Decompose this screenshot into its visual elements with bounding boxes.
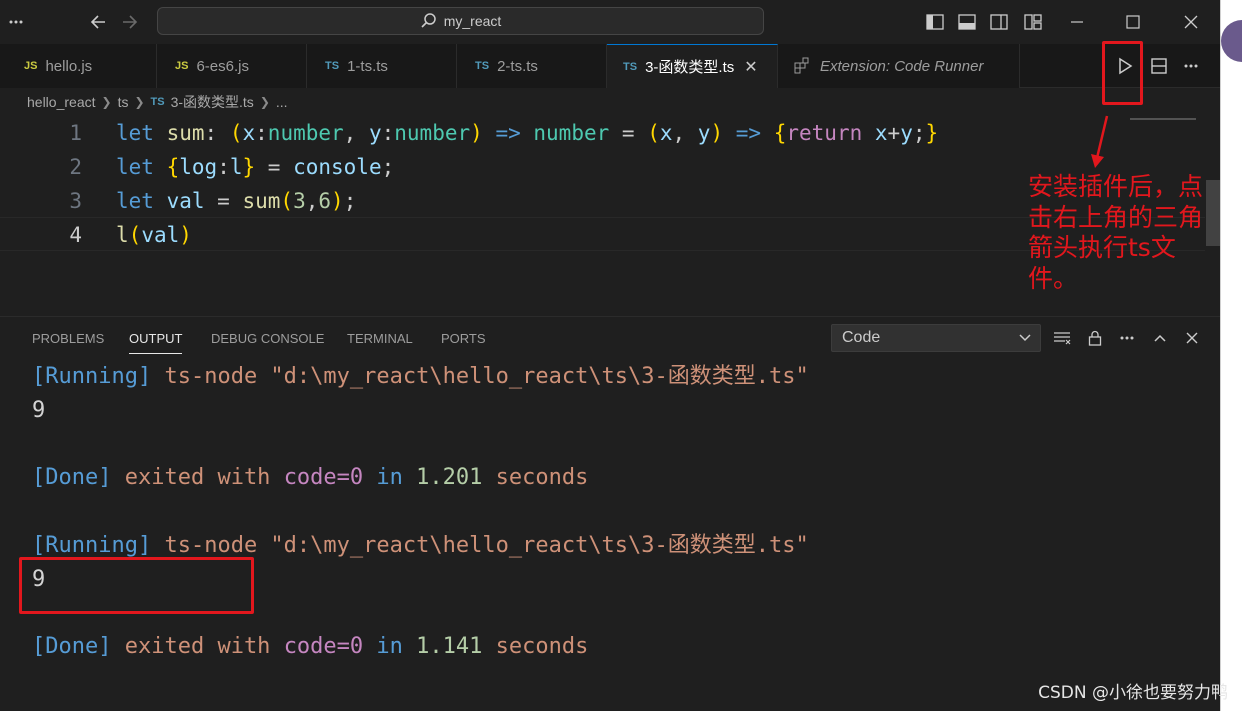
chevron-right-icon: ❯	[134, 95, 145, 109]
line-number: 3	[69, 189, 82, 213]
code-line: 1 let sum: (x:number, y:number) => numbe…	[0, 116, 1205, 150]
watermark: CSDN @小徐也要努力鸭	[1038, 683, 1228, 703]
tab-label: 2-ts.ts	[497, 57, 538, 75]
ts-file-icon: TS	[623, 60, 638, 73]
tab-hello-js[interactable]: JS hello.js	[0, 44, 157, 88]
code-text: let {log:l} = console;	[116, 155, 395, 179]
command-center-search[interactable]: my_react	[157, 7, 764, 35]
output-channel-value: Code	[842, 329, 881, 346]
background-window-edge	[1220, 0, 1242, 711]
breadcrumb-more[interactable]: ...	[276, 94, 288, 110]
bottom-panel: PROBLEMS OUTPUT DEBUG CONSOLE TERMINAL P…	[0, 316, 1220, 711]
tab-2-ts-ts[interactable]: TS 2-ts.ts	[457, 44, 607, 88]
tab-problems[interactable]: PROBLEMS	[32, 331, 104, 346]
split-editor-icon[interactable]	[1142, 57, 1176, 75]
breadcrumb-folder[interactable]: ts	[118, 94, 129, 110]
output-done-line: [Done] exited with code=0 in 1.141 secon…	[32, 634, 589, 659]
minimize-icon[interactable]	[1054, 0, 1100, 44]
tab-terminal[interactable]: TERMINAL	[347, 331, 413, 346]
breadcrumb-root[interactable]: hello_react	[27, 94, 96, 110]
extension-icon	[794, 57, 809, 74]
tab-label: 3-函数类型.ts	[645, 59, 735, 76]
output-result: 9	[32, 398, 46, 423]
search-text: my_react	[443, 13, 502, 29]
output-channel-select[interactable]: Code	[831, 324, 1041, 352]
js-file-icon: JS	[24, 60, 38, 72]
search-icon	[421, 13, 436, 28]
editor-scrollbar[interactable]	[1206, 180, 1220, 246]
annotation-text: 安装插件后，点击右上角的三角箭头执行ts文件。	[1028, 172, 1204, 293]
ts-file-icon: TS	[325, 60, 340, 72]
tab-6-es6-js[interactable]: JS 6-es6.js	[157, 44, 307, 88]
js-file-icon: JS	[175, 60, 189, 72]
breadcrumb: hello_react ❯ ts ❯ TS 3-函数类型.ts ❯ ...	[27, 92, 288, 112]
chevron-right-icon: ❯	[259, 95, 270, 109]
code-line: 2 let {log:l} = console;	[0, 150, 1205, 184]
breadcrumb-file[interactable]: 3-函数类型.ts	[171, 92, 254, 112]
close-window-icon[interactable]	[1168, 0, 1214, 44]
more-actions-icon[interactable]	[1176, 63, 1206, 69]
output-done-line: [Done] exited with code=0 in 1.201 secon…	[32, 465, 589, 490]
tab-ports[interactable]: PORTS	[441, 331, 486, 346]
result-highlight	[19, 557, 254, 614]
ts-file-icon: TS	[150, 96, 165, 108]
chevron-right-icon: ❯	[101, 95, 112, 109]
tab-label: 6-es6.js	[196, 57, 249, 75]
line-number: 2	[69, 155, 82, 179]
more-actions-icon[interactable]	[1115, 324, 1139, 352]
tab-label: Extension: Code Runner	[820, 57, 984, 75]
maximize-panel-icon[interactable]	[1148, 324, 1172, 352]
tab-label: hello.js	[45, 57, 93, 75]
code-text: let val = sum(3,6);	[116, 189, 357, 213]
code-line-current: 4 l(val)	[0, 217, 1205, 251]
tab-label: 1-ts.ts	[347, 57, 388, 75]
tab-3-function-types-ts[interactable]: TS 3-函数类型.ts ✕	[607, 44, 778, 88]
run-button-highlight	[1102, 41, 1143, 105]
line-number: 1	[69, 121, 82, 145]
lock-icon[interactable]	[1083, 324, 1107, 352]
code-text: let sum: (x:number, y:number) => number …	[116, 121, 939, 145]
close-panel-icon[interactable]	[1180, 324, 1204, 352]
tab-extension-code-runner[interactable]: Extension: Code Runner	[778, 44, 1020, 88]
tab-1-ts-ts[interactable]: TS 1-ts.ts	[307, 44, 457, 88]
minimap[interactable]	[1130, 118, 1196, 120]
editor-tabs: JS hello.js JS 6-es6.js TS 1-ts.ts TS 2-…	[0, 44, 1220, 88]
output-running-line: [Running] ts-node "d:\my_react\hello_rea…	[32, 364, 809, 389]
ts-file-icon: TS	[475, 60, 490, 72]
annotation-arrow	[1091, 115, 1109, 168]
close-tab-icon[interactable]: ✕	[744, 57, 757, 77]
title-bar: my_react	[0, 0, 1220, 44]
maximize-icon[interactable]	[1110, 0, 1156, 44]
code-line: 3 let val = sum(3,6);	[0, 184, 1205, 218]
code-text: l(val)	[116, 223, 192, 247]
line-number: 4	[69, 223, 82, 247]
chevron-down-icon	[1018, 325, 1032, 360]
customize-layout-icon[interactable]	[1010, 0, 1056, 44]
tab-output[interactable]: OUTPUT	[129, 331, 183, 354]
clear-output-icon[interactable]	[1050, 324, 1074, 352]
tab-debug-console[interactable]: DEBUG CONSOLE	[211, 331, 324, 346]
